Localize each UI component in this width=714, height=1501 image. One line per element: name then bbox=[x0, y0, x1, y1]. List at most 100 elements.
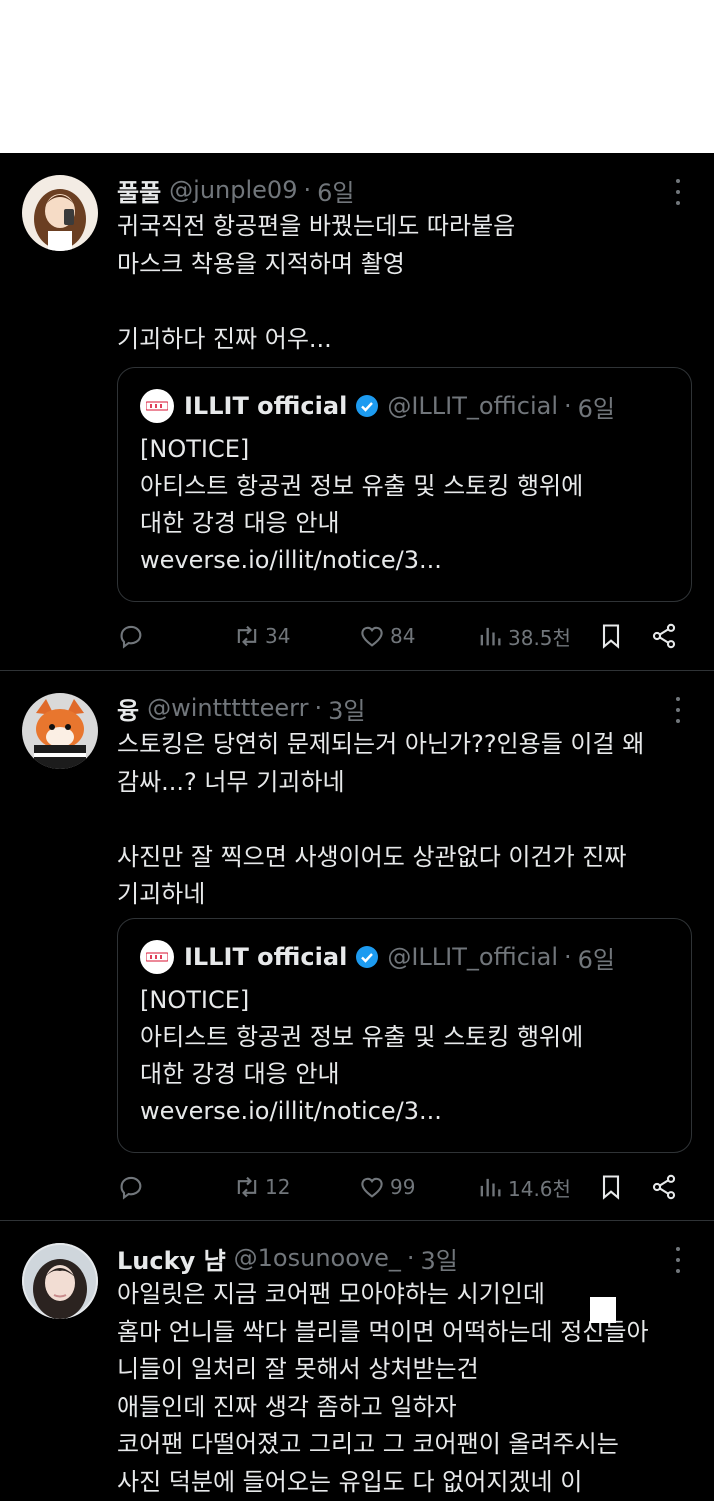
tweet[interactable]: Lucky 냠 @1osunoove_ · 3일 아일릿은 지금 코어팬 모아야… bbox=[0, 1221, 714, 1501]
timestamp[interactable]: 3일 bbox=[328, 691, 365, 726]
quoted-text-line: 대한 강경 대응 안내 bbox=[140, 1056, 679, 1093]
like-icon bbox=[358, 1173, 386, 1201]
quoted-text-line: 대한 강경 대응 안내 bbox=[140, 505, 679, 542]
display-name[interactable]: 융 bbox=[117, 691, 139, 726]
tweet-header: 풀풀 @junple09 · 6일 bbox=[117, 173, 654, 207]
share-button[interactable] bbox=[650, 618, 682, 654]
tweet-text-line: 기괴하다 진짜 어우... bbox=[117, 321, 694, 359]
views-button[interactable]: 14.6천 bbox=[476, 1169, 571, 1205]
separator-dot: · bbox=[564, 392, 572, 420]
share-button[interactable] bbox=[650, 1169, 682, 1205]
reply-button[interactable] bbox=[117, 1169, 149, 1205]
quoted-display-name: ILLIT official bbox=[184, 392, 347, 420]
user-handle[interactable]: @junple09 bbox=[169, 176, 297, 204]
avatar[interactable] bbox=[22, 175, 98, 251]
reply-button[interactable] bbox=[117, 618, 149, 654]
tweet-text-line bbox=[117, 283, 694, 321]
quoted-user-handle: @ILLIT_official bbox=[387, 392, 558, 420]
quoted-link[interactable]: weverse.io/illit/notice/3... bbox=[140, 1093, 679, 1130]
view-count: 14.6천 bbox=[508, 1173, 571, 1202]
quoted-avatar bbox=[140, 389, 174, 423]
separator-dot: · bbox=[564, 943, 572, 971]
tweet-text-line: 마스크 착용을 지적하며 촬영 bbox=[117, 246, 694, 284]
bookmark-icon bbox=[597, 1173, 625, 1201]
tweet-text: 스토킹은 당연히 문제되는거 아닌가??인용들 이걸 왜 감싸...? 너무 기… bbox=[117, 726, 694, 914]
tweet-header: Lucky 냠 @1osunoove_ · 3일 bbox=[117, 1241, 654, 1275]
share-icon bbox=[650, 1173, 678, 1201]
timestamp[interactable]: 3일 bbox=[421, 1241, 458, 1276]
verified-badge-icon bbox=[355, 394, 379, 418]
tweet[interactable]: 풀풀 @junple09 · 6일 귀국직전 항공편을 바꿨는데도 따라붙음 마… bbox=[0, 153, 714, 671]
bookmark-icon bbox=[597, 622, 625, 650]
reply-icon bbox=[117, 622, 145, 650]
quoted-tweet-header: ILLIT official @ILLIT_official · 6일 bbox=[140, 388, 615, 424]
bookmark-button[interactable] bbox=[597, 618, 629, 654]
bookmark-button[interactable] bbox=[597, 1169, 629, 1205]
avatar[interactable] bbox=[22, 1243, 98, 1319]
tweet-header: 융 @winttttteerr · 3일 bbox=[117, 691, 654, 725]
timestamp[interactable]: 6일 bbox=[317, 173, 354, 208]
display-name[interactable]: 풀풀 bbox=[117, 173, 161, 208]
like-button[interactable]: 84 bbox=[358, 618, 415, 654]
like-count: 84 bbox=[390, 624, 415, 648]
retweet-button[interactable]: 34 bbox=[233, 618, 290, 654]
separator-dot: · bbox=[407, 1244, 415, 1272]
quoted-text-line: 아티스트 항공권 정보 유출 및 스토킹 행위에 bbox=[140, 1019, 679, 1056]
illit-logo-icon bbox=[146, 401, 168, 411]
quoted-tweet[interactable]: ILLIT official @ILLIT_official · 6일 [NOT… bbox=[117, 918, 692, 1153]
top-blank-area bbox=[0, 0, 714, 153]
tweet-text-line: 코어팬 다떨어졌고 그리고 그 코어팬이 올려주시는 bbox=[117, 1426, 694, 1464]
quoted-link[interactable]: weverse.io/illit/notice/3... bbox=[140, 542, 679, 579]
tweet-text-line: 스토킹은 당연히 문제되는거 아닌가??인용들 이걸 왜 bbox=[117, 726, 694, 764]
overlay-square bbox=[590, 1297, 616, 1323]
tweet-text-line: 귀국직전 항공편을 바꿨는데도 따라붙음 bbox=[117, 208, 694, 246]
more-icon[interactable] bbox=[668, 697, 688, 723]
quoted-timestamp: 6일 bbox=[578, 389, 615, 424]
view-count: 38.5천 bbox=[508, 622, 571, 651]
tweet-actions: 12 99 14.6천 bbox=[117, 1169, 694, 1205]
quoted-text-line: 아티스트 항공권 정보 유출 및 스토킹 행위에 bbox=[140, 468, 679, 505]
views-button[interactable]: 38.5천 bbox=[476, 618, 571, 654]
display-name[interactable]: Lucky 냠 bbox=[117, 1241, 226, 1276]
share-icon bbox=[650, 622, 678, 650]
quoted-tweet[interactable]: ILLIT official @ILLIT_official · 6일 [NOT… bbox=[117, 367, 692, 602]
tweet-text-line: 사진 덕분에 들어오는 유입도 다 없어지겠네 이 bbox=[117, 1464, 694, 1501]
retweet-icon bbox=[233, 1173, 261, 1201]
tweet-text-line: 니들이 일처리 잘 못해서 상처받는건 bbox=[117, 1351, 694, 1389]
tweet-actions: 34 84 38.5천 bbox=[117, 618, 694, 654]
tweet-text-line: 애들인데 진짜 생각 좀하고 일하자 bbox=[117, 1389, 694, 1427]
separator-dot: · bbox=[303, 176, 311, 204]
quoted-display-name: ILLIT official bbox=[184, 943, 347, 971]
retweet-icon bbox=[233, 622, 261, 650]
more-icon[interactable] bbox=[668, 179, 688, 205]
tweet[interactable]: 융 @winttttteerr · 3일 스토킹은 당연히 문제되는거 아닌가?… bbox=[0, 671, 714, 1221]
tweet-text-line: 기괴하네 bbox=[117, 876, 694, 914]
tweet-text-line: 감싸...? 너무 기괴하네 bbox=[117, 764, 694, 802]
quoted-tweet-text: [NOTICE] 아티스트 항공권 정보 유출 및 스토킹 행위에 대한 강경 … bbox=[140, 982, 679, 1130]
views-icon bbox=[476, 622, 504, 650]
like-button[interactable]: 99 bbox=[358, 1169, 415, 1205]
tweet-text-line bbox=[117, 801, 694, 839]
retweet-count: 34 bbox=[265, 624, 290, 648]
illit-logo-icon bbox=[146, 952, 168, 962]
more-icon[interactable] bbox=[668, 1247, 688, 1273]
views-icon bbox=[476, 1173, 504, 1201]
like-icon bbox=[358, 622, 386, 650]
tweet-text: 귀국직전 항공편을 바꿨는데도 따라붙음 마스크 착용을 지적하며 촬영 기괴하… bbox=[117, 208, 694, 358]
retweet-button[interactable]: 12 bbox=[233, 1169, 290, 1205]
reply-icon bbox=[117, 1173, 145, 1201]
retweet-count: 12 bbox=[265, 1175, 290, 1199]
like-count: 99 bbox=[390, 1175, 415, 1199]
tweet-text-line: 사진만 잘 찍으면 사생이어도 상관없다 이건가 진짜 bbox=[117, 839, 694, 877]
quoted-tweet-header: ILLIT official @ILLIT_official · 6일 bbox=[140, 939, 615, 975]
user-handle[interactable]: @1osunoove_ bbox=[234, 1244, 401, 1272]
avatar[interactable] bbox=[22, 693, 98, 769]
verified-badge-icon bbox=[355, 945, 379, 969]
quoted-text-line: [NOTICE] bbox=[140, 431, 679, 468]
quoted-tweet-text: [NOTICE] 아티스트 항공권 정보 유출 및 스토킹 행위에 대한 강경 … bbox=[140, 431, 679, 579]
user-handle[interactable]: @winttttteerr bbox=[147, 694, 308, 722]
separator-dot: · bbox=[315, 694, 323, 722]
quoted-avatar bbox=[140, 940, 174, 974]
quoted-user-handle: @ILLIT_official bbox=[387, 943, 558, 971]
quoted-timestamp: 6일 bbox=[578, 940, 615, 975]
